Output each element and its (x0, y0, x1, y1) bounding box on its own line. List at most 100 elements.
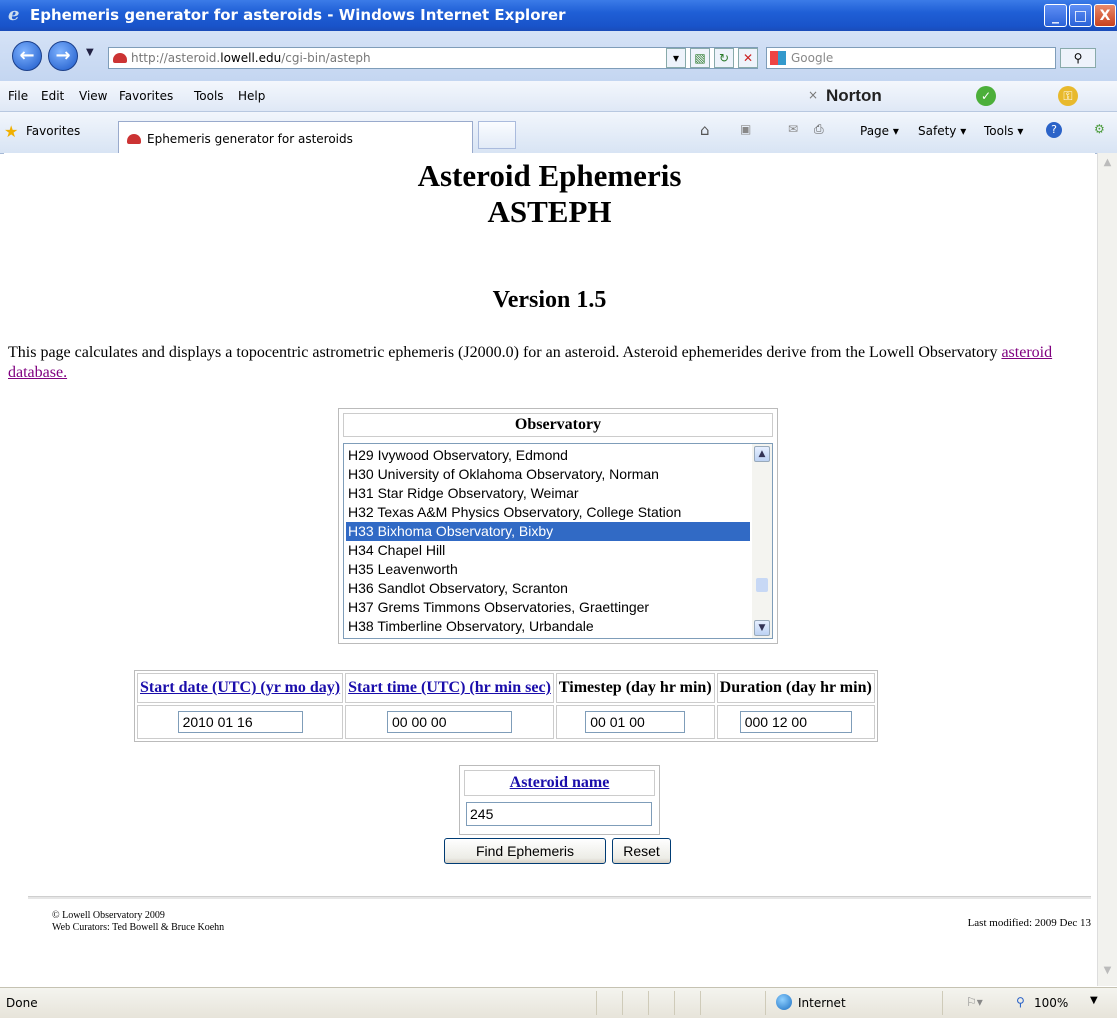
observatory-option[interactable]: H29 Ivywood Observatory, Edmond (346, 446, 750, 465)
feeds-icon[interactable]: ▣ (740, 122, 751, 136)
observatory-scrollbar[interactable]: ▲ ▼ (752, 444, 772, 638)
page-scroll-down-icon[interactable]: ▼ (1100, 965, 1115, 980)
back-button[interactable]: ← (12, 41, 42, 71)
observatory-option[interactable]: H37 Grems Timmons Observatories, Graetti… (346, 598, 750, 617)
scroll-down-icon[interactable]: ▼ (754, 620, 770, 636)
observatory-option[interactable]: H36 Sandlot Observatory, Scranton (346, 579, 750, 598)
tools-menu[interactable]: Tools ▾ (984, 124, 1023, 138)
menu-file[interactable]: File (8, 89, 28, 103)
favorites-bar: ★ Favorites Ephemeris generator for aste… (0, 112, 1117, 154)
address-dropdown-icon[interactable]: ▾ (666, 48, 686, 68)
page-scrollbar[interactable]: ▲ ▼ (1097, 153, 1117, 986)
last-modified-text: Last modified: 2009 Dec 13 (967, 917, 1091, 929)
norton-status-icon[interactable]: ✓ (976, 86, 996, 106)
norton-close-icon[interactable]: × (808, 88, 818, 102)
footer-divider (28, 896, 1091, 899)
recent-pages-dropdown-icon[interactable]: ▼ (86, 47, 94, 58)
status-text: Done (6, 996, 38, 1010)
minimize-button[interactable]: _ (1044, 4, 1067, 27)
search-icon[interactable]: ⚲ (1060, 48, 1096, 68)
menu-favorites[interactable]: Favorites (119, 89, 173, 103)
favorites-button[interactable]: Favorites (26, 124, 80, 138)
time-settings-table: Start date (UTC) (yr mo day) Start time … (134, 670, 878, 742)
status-divider (700, 991, 701, 1015)
scroll-thumb[interactable] (756, 578, 768, 592)
asteroid-name-input[interactable] (466, 802, 652, 826)
status-divider (765, 991, 766, 1015)
start-date-cell (137, 705, 344, 739)
page-menu[interactable]: Page ▾ (860, 124, 899, 138)
page-scroll-up-icon[interactable]: ▲ (1100, 157, 1115, 172)
start-date-input[interactable] (177, 711, 303, 733)
zoom-icon[interactable]: ⚲ (1016, 995, 1025, 1009)
maximize-button[interactable]: □ (1069, 4, 1092, 27)
read-mail-icon[interactable]: ✉ (788, 122, 798, 136)
security-zone-label: Internet (798, 996, 846, 1010)
asteroid-header[interactable]: Asteroid name (464, 770, 655, 796)
help-icon[interactable]: ? (1046, 122, 1062, 138)
safety-menu[interactable]: Safety ▾ (918, 124, 966, 138)
observatory-option[interactable]: H38 Timberline Observatory, Urbandale (346, 617, 750, 636)
observatory-option[interactable]: H34 Chapel Hill (346, 541, 750, 560)
address-input[interactable]: http://asteroid.lowell.edu/cgi-bin/astep… (108, 47, 758, 69)
forward-button[interactable]: → (48, 41, 78, 71)
tab-favicon-icon (127, 134, 141, 144)
asteroid-name-link[interactable]: Asteroid name (510, 774, 610, 791)
reset-button[interactable]: Reset (612, 838, 671, 864)
intro-paragraph: This page calculates and displays a topo… (8, 343, 1083, 383)
scroll-up-icon[interactable]: ▲ (754, 446, 770, 462)
observatory-option[interactable]: H32 Texas A&M Physics Observatory, Colle… (346, 503, 750, 522)
copyright-text: © Lowell Observatory 2009 (52, 910, 165, 921)
start-time-header[interactable]: Start time (UTC) (hr min sec) (345, 673, 554, 703)
norton-identity-icon[interactable]: ⚿ (1058, 86, 1078, 106)
search-placeholder: Google (791, 51, 834, 65)
page-content: Asteroid Ephemeris ASTEPH Version 1.5 Th… (4, 153, 1095, 986)
start-date-header[interactable]: Start date (UTC) (yr mo day) (137, 673, 344, 703)
status-bar: Done Internet ⚐▾ ⚲ 100% ▼ (0, 987, 1117, 1018)
page-title-line1: Asteroid Ephemeris (417, 158, 682, 193)
norton-toolbar-label[interactable]: Norton (826, 86, 882, 106)
compatibility-view-icon[interactable]: ▧ (690, 48, 710, 68)
url-domain: lowell.edu (220, 51, 282, 65)
new-tab-button[interactable] (478, 121, 516, 149)
refresh-icon[interactable]: ↻ (714, 48, 734, 68)
research-icon[interactable]: ⚙ (1094, 122, 1105, 136)
browser-tab[interactable]: Ephemeris generator for asteroids (118, 121, 473, 153)
site-favicon-icon (113, 53, 127, 63)
duration-header: Duration (day hr min) (716, 673, 875, 703)
observatory-option[interactable]: H30 University of Oklahoma Observatory, … (346, 465, 750, 484)
home-icon[interactable]: ⌂ (700, 121, 710, 139)
search-input[interactable]: Google (766, 47, 1056, 69)
start-time-link[interactable]: Start time (UTC) (hr min sec) (348, 679, 551, 696)
menu-tools[interactable]: Tools (194, 89, 224, 103)
observatory-select[interactable]: H29 Ivywood Observatory, Edmond H30 Univ… (343, 443, 773, 639)
menu-help[interactable]: Help (238, 89, 265, 103)
close-window-button[interactable]: X (1094, 4, 1116, 27)
zoom-dropdown-icon[interactable]: ▼ (1090, 995, 1098, 1006)
start-time-input[interactable] (387, 711, 512, 733)
start-time-cell (345, 705, 554, 739)
observatory-option[interactable]: H35 Leavenworth (346, 560, 750, 579)
status-divider (942, 991, 943, 1015)
footer-credits: © Lowell Observatory 2009 Web Curators: … (52, 910, 224, 934)
curators-text: Web Curators: Ted Bowell & Bruce Koehn (52, 922, 225, 933)
zoom-level[interactable]: 100% (1034, 996, 1068, 1010)
timestep-input[interactable] (585, 711, 686, 733)
menu-edit[interactable]: Edit (41, 89, 64, 103)
protected-mode-icon[interactable]: ⚐▾ (966, 995, 983, 1009)
timestep-header: Timestep (day hr min) (555, 673, 715, 703)
google-logo-icon (770, 51, 786, 65)
find-ephemeris-button[interactable]: Find Ephemeris (444, 838, 606, 864)
menu-view[interactable]: View (79, 89, 107, 103)
window-title: Ephemeris generator for asteroids - Wind… (30, 6, 566, 24)
duration-input[interactable] (739, 711, 852, 733)
stop-icon[interactable]: ✕ (738, 48, 758, 68)
observatory-option-selected[interactable]: H33 Bixhoma Observatory, Bixby (346, 522, 750, 541)
start-date-link[interactable]: Start date (UTC) (yr mo day) (140, 679, 340, 696)
print-icon[interactable]: ⎙ (814, 122, 824, 137)
tab-title: Ephemeris generator for asteroids (147, 132, 353, 146)
version-heading: Version 1.5 (492, 287, 607, 313)
intro-text: This page calculates and displays a topo… (8, 344, 1002, 361)
status-divider (622, 991, 623, 1015)
observatory-option[interactable]: H31 Star Ridge Observatory, Weimar (346, 484, 750, 503)
